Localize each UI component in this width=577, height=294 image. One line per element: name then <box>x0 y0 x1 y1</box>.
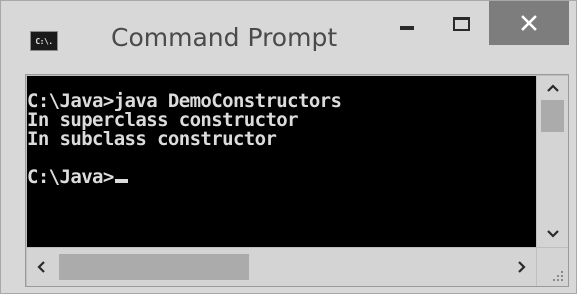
maximize-button[interactable] <box>437 5 485 45</box>
horizontal-scrollbar[interactable] <box>27 248 536 286</box>
horizontal-scroll-thumb[interactable] <box>59 254 249 280</box>
console-line: In subclass constructor <box>27 128 277 150</box>
vertical-scrollbar[interactable] <box>537 76 568 247</box>
chevron-down-icon <box>546 230 559 238</box>
app-icon-label: C:\. <box>35 36 53 46</box>
scroll-up-button[interactable] <box>537 76 568 100</box>
chevron-right-icon <box>517 261 526 273</box>
console-prompt-line: C:\Java> <box>27 168 536 187</box>
close-button[interactable] <box>489 1 569 45</box>
scroll-left-button[interactable] <box>27 248 55 286</box>
minimize-icon <box>400 26 414 30</box>
window-title: Command Prompt <box>111 23 338 52</box>
chevron-left-icon <box>37 261 45 273</box>
text-cursor <box>114 179 128 183</box>
console-output[interactable]: C:\Java>java DemoConstructors In supercl… <box>27 76 536 247</box>
title-bar[interactable]: C:\. Command Prompt <box>1 1 576 65</box>
close-icon <box>521 15 537 31</box>
command-prompt-window: C:\. Command Prompt C:\Java>java DemoCon… <box>0 0 577 294</box>
maximize-icon <box>452 17 470 31</box>
chevron-up-icon <box>546 84 559 92</box>
command-prompt-icon[interactable]: C:\. <box>30 31 58 51</box>
scroll-right-button[interactable] <box>507 248 536 286</box>
resize-grip-icon <box>553 271 563 281</box>
vertical-scroll-thumb[interactable] <box>541 100 564 132</box>
scroll-down-button[interactable] <box>537 221 568 247</box>
prompt-text: C:\Java> <box>27 166 114 188</box>
minimize-button[interactable] <box>384 5 430 45</box>
console-frame: C:\Java>java DemoConstructors In supercl… <box>25 74 569 287</box>
resize-grip[interactable] <box>537 248 568 286</box>
